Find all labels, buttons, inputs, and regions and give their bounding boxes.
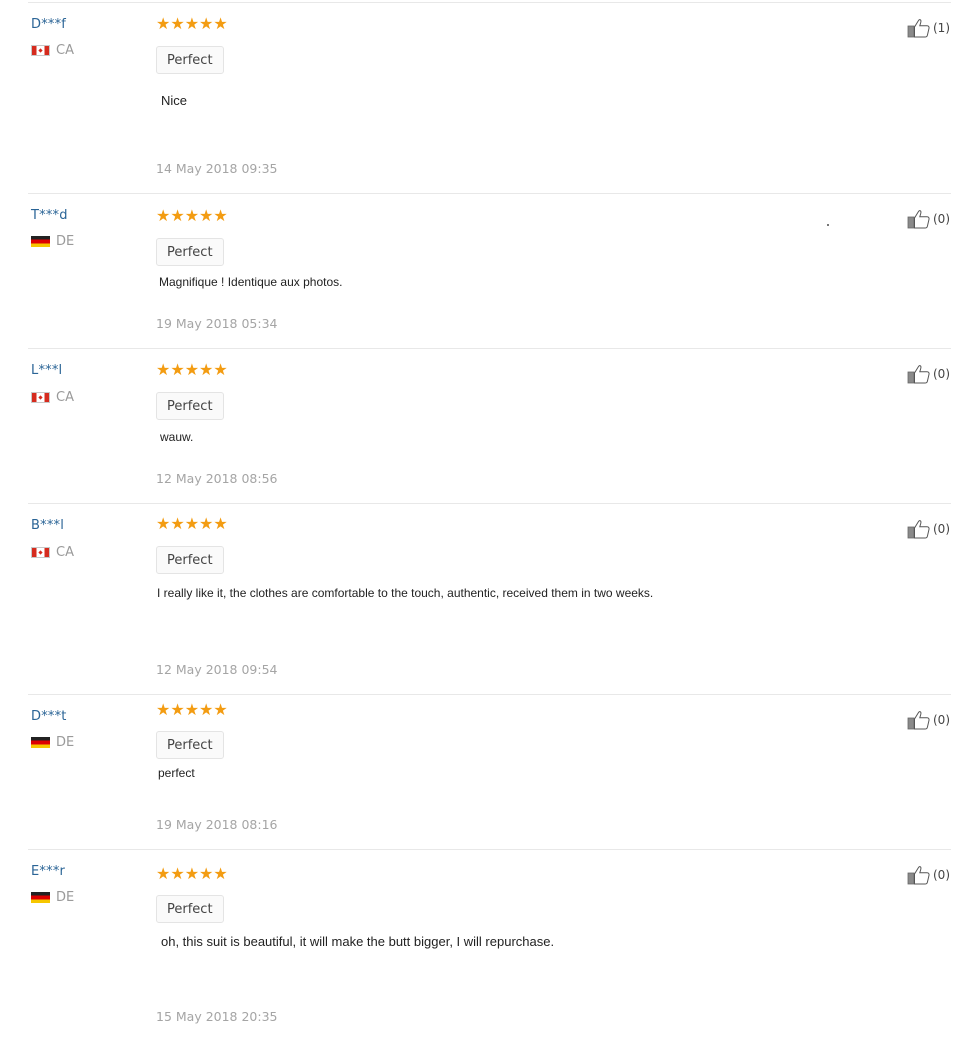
- reviewer-name[interactable]: D***t: [31, 709, 67, 724]
- review-date: 19 May 2018 05:34: [156, 316, 278, 331]
- thumbs-up-icon: [907, 365, 930, 384]
- reviewer-name[interactable]: D***f: [31, 17, 66, 32]
- reviews-page: { "reviews": [ { "user": "D***f", "count…: [0, 0, 977, 1039]
- reviewer-name[interactable]: B***l: [31, 518, 64, 533]
- thumbs-up-icon: [907, 711, 930, 730]
- review-date: 14 May 2018 09:35: [156, 161, 278, 176]
- reviewer-country: CA: [31, 390, 74, 405]
- review-text: Magnifique ! Identique aux photos.: [159, 275, 343, 289]
- star-rating: ★★★★★: [156, 864, 228, 883]
- helpful-count: (0): [933, 212, 950, 226]
- review-item: D***t DE ★★★★★ Perfect perfect 19 May 20…: [0, 695, 977, 850]
- helpful-button[interactable]: (0): [907, 364, 950, 384]
- canada-flag-icon: [31, 547, 50, 558]
- reviewer-name[interactable]: E***r: [31, 864, 65, 879]
- star-rating: ★★★★★: [156, 514, 228, 533]
- star-rating: ★★★★★: [156, 700, 228, 719]
- germany-flag-icon: [31, 892, 50, 903]
- star-rating: ★★★★★: [156, 206, 228, 225]
- reviewer-country: DE: [31, 735, 74, 750]
- review-text: Nice: [161, 93, 188, 108]
- helpful-button[interactable]: (1): [907, 18, 950, 38]
- review-item: L***l CA ★★★★★ Perfect wauw. 12 May 2018…: [0, 349, 977, 504]
- review-text: wauw.: [160, 430, 194, 444]
- helpful-button[interactable]: (0): [907, 209, 950, 229]
- canada-flag-icon: [31, 45, 50, 56]
- helpful-button[interactable]: (0): [907, 865, 950, 885]
- review-item: B***l CA ★★★★★ Perfect I really like it,…: [0, 504, 977, 695]
- review-item: T***d DE ★★★★★ Perfect Magnifique ! Iden…: [0, 194, 977, 349]
- germany-flag-icon: [31, 737, 50, 748]
- thumbs-up-icon: [907, 19, 930, 38]
- country-code: CA: [56, 390, 74, 405]
- germany-flag-icon: [31, 236, 50, 247]
- country-code: CA: [56, 43, 74, 58]
- star-rating: ★★★★★: [156, 14, 228, 33]
- reviewer-country: DE: [31, 890, 74, 905]
- thumbs-up-icon: [907, 520, 930, 539]
- helpful-count: (0): [933, 367, 950, 381]
- helpful-button[interactable]: (0): [907, 710, 950, 730]
- reviewer-country: CA: [31, 545, 74, 560]
- review-date: 12 May 2018 08:56: [156, 471, 278, 486]
- reviewer-name[interactable]: L***l: [31, 363, 62, 378]
- artifact-dot: [827, 224, 829, 226]
- review-tag: Perfect: [156, 46, 224, 74]
- country-code: DE: [56, 234, 75, 249]
- star-rating: ★★★★★: [156, 360, 228, 379]
- country-code: DE: [56, 890, 75, 905]
- review-item: D***f CA ★★★★★ Perfect Nice 14 May 2018 …: [0, 0, 977, 194]
- thumbs-up-icon: [907, 866, 930, 885]
- review-item: E***r DE ★★★★★ Perfect oh, this suit is …: [0, 850, 977, 1039]
- review-date: 12 May 2018 09:54: [156, 662, 278, 677]
- country-code: CA: [56, 545, 74, 560]
- review-tag: Perfect: [156, 238, 224, 266]
- helpful-count: (0): [933, 522, 950, 536]
- review-text: oh, this suit is beautiful, it will make…: [161, 934, 555, 949]
- reviewer-country: CA: [31, 43, 74, 58]
- country-code: DE: [56, 735, 75, 750]
- review-date: 15 May 2018 20:35: [156, 1009, 278, 1024]
- helpful-count: (0): [933, 868, 950, 882]
- helpful-count: (1): [933, 21, 950, 35]
- review-tag: Perfect: [156, 731, 224, 759]
- thumbs-up-icon: [907, 210, 930, 229]
- review-date: 19 May 2018 08:16: [156, 817, 278, 832]
- canada-flag-icon: [31, 392, 50, 403]
- helpful-count: (0): [933, 713, 950, 727]
- review-tag: Perfect: [156, 392, 224, 420]
- review-tag: Perfect: [156, 895, 224, 923]
- helpful-button[interactable]: (0): [907, 519, 950, 539]
- review-tag: Perfect: [156, 546, 224, 574]
- review-text: perfect: [158, 766, 195, 780]
- review-text: I really like it, the clothes are comfor…: [157, 586, 654, 600]
- reviewer-country: DE: [31, 234, 74, 249]
- reviewer-name[interactable]: T***d: [31, 208, 68, 223]
